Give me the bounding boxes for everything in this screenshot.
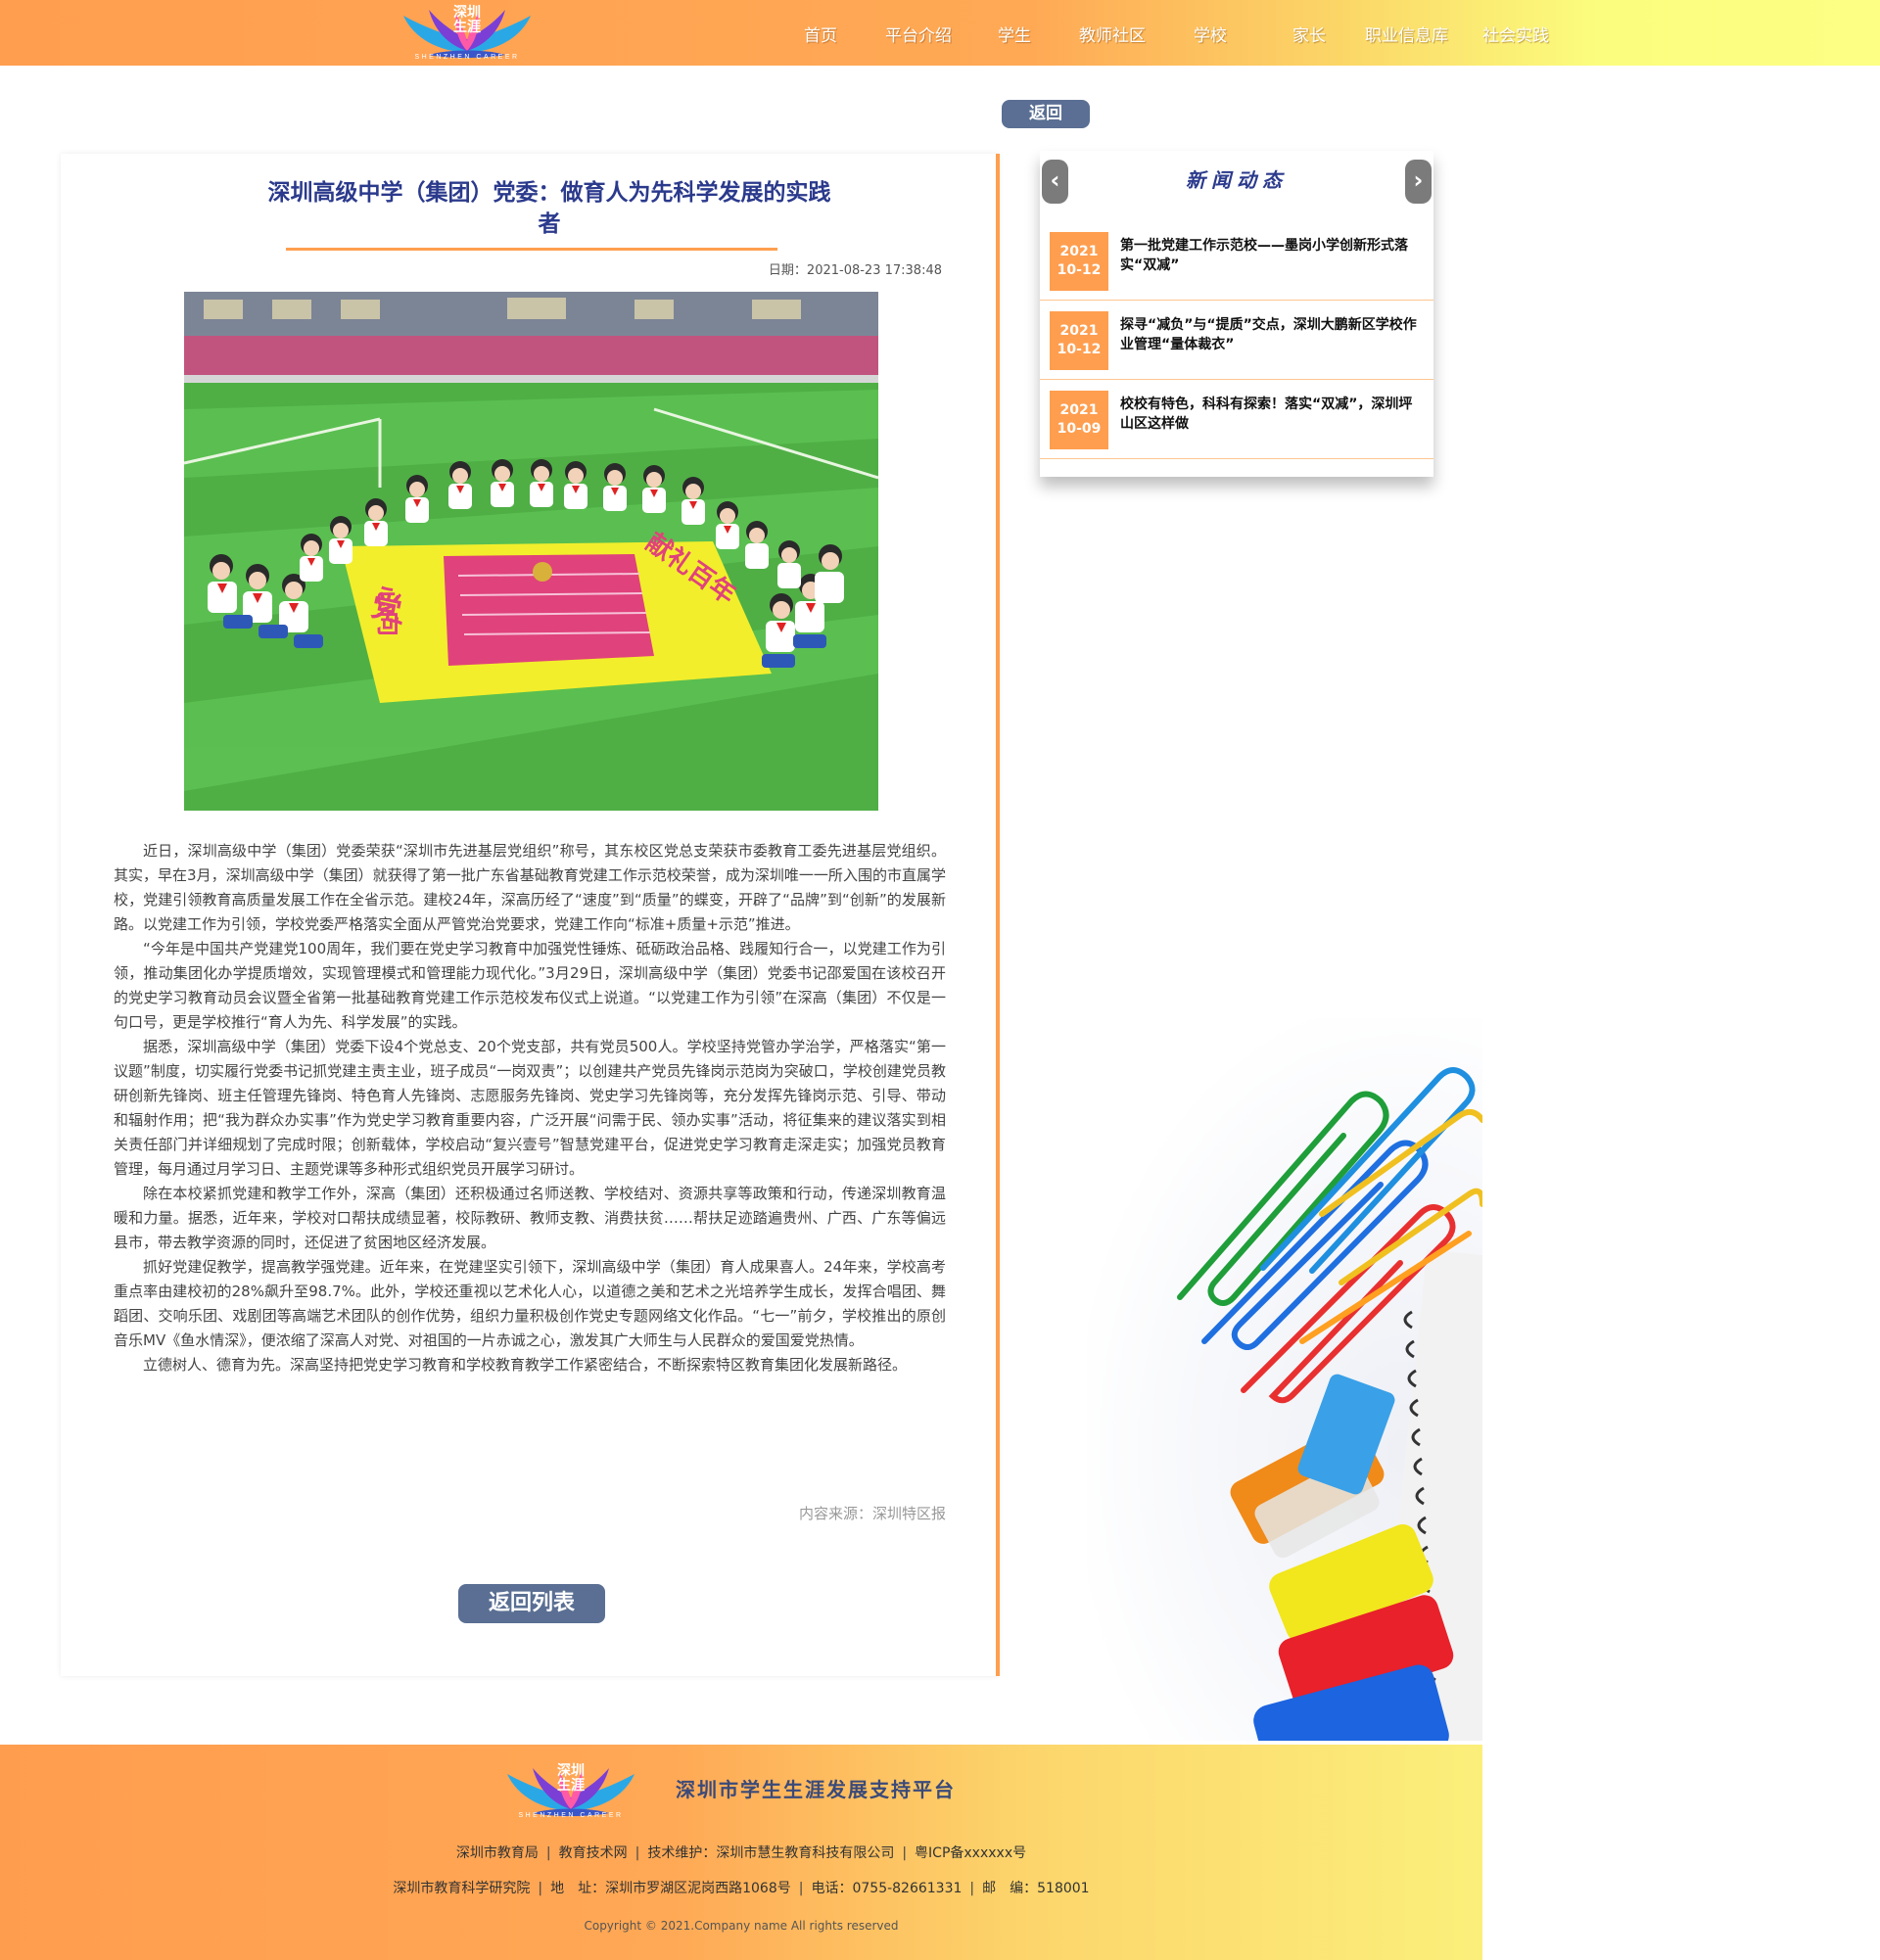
news-panel-title: 新闻动态: [1186, 168, 1288, 192]
top-navigation-bar: 深圳 生涯 SHENZHEN CAREER 首页 平台介绍 学生 教师社区 学校…: [0, 0, 1880, 66]
news-item[interactable]: 2021 10-09 校校有特色，科科有探索！落实“双减”，深圳坪山区这样做: [1040, 381, 1434, 459]
news-year: 2021: [1059, 244, 1099, 259]
nav-item-teacher-community[interactable]: 教师社区: [1079, 22, 1146, 46]
article-title: 深圳高级中学（集团）党委：做育人为先科学发展的实践者: [267, 180, 831, 237]
footer-link-education-bureau[interactable]: 深圳市教育局: [448, 1845, 546, 1861]
footer-logo: 深圳 生涯 SHENZHEN CAREER: [503, 1760, 638, 1823]
article-paragraph: “今年是中国共产党建党100周年，我们要在党史学习教育中加强党性锤炼、砥砺政治品…: [114, 940, 946, 1031]
news-item-title[interactable]: 探寻“减负”与“提质”交点，深圳大鹏新区学校作业管理“量体裁衣”: [1120, 315, 1419, 354]
news-panel: ‹ 新闻动态 › 2021 10-12 第一批党建工作示范校——墨岗小学创新形式…: [1040, 151, 1434, 477]
news-day: 10-12: [1057, 262, 1102, 278]
article-body: 近日，深圳高级中学（集团）党委荣获“深圳市先进基层党组织”称号，其东校区党总支荣…: [114, 839, 946, 1377]
footer-institute: 深圳市教育科学研究院: [393, 1881, 531, 1896]
news-date-badge: 2021 10-09: [1050, 391, 1108, 449]
logo-text-line2: 生涯: [453, 20, 481, 35]
site-logo[interactable]: 深圳 生涯 SHENZHEN CAREER: [400, 2, 535, 65]
nav-item-parents[interactable]: 家长: [1292, 22, 1326, 46]
article-photo: 党 心向 献礼百年: [184, 292, 878, 811]
right-blank-area: [1482, 66, 1880, 1960]
news-date-badge: 2021 10-12: [1050, 232, 1108, 291]
footer-phone: 电话：0755-82661331: [811, 1881, 963, 1896]
footer-postcode: 邮 编：518001: [982, 1881, 1090, 1896]
footer-link-edu-tech[interactable]: 教育技术网: [551, 1845, 635, 1861]
news-year: 2021: [1059, 323, 1099, 339]
article-source: 内容来源：深圳特区报: [798, 1505, 946, 1522]
logo-text-line2: 生涯: [557, 1778, 585, 1794]
news-day: 10-12: [1057, 342, 1102, 357]
article-paragraph: 抓好党建促教学，提高教学强党建。近年来，在党建坚实引领下，深圳高级中学（集团）育…: [114, 1258, 946, 1349]
article-paragraph: 据悉，深圳高级中学（集团）党委下设4个党总支、20个党支部，共有党员500人。学…: [114, 1038, 946, 1178]
news-day: 10-09: [1057, 421, 1102, 437]
back-button[interactable]: 返回: [1002, 100, 1090, 128]
footer-row-1: 深圳市教育局 | 教育技术网 | 技术维护：深圳市慧生教育科技有限公司 | 粤ICP备xxx…: [0, 1843, 1482, 1862]
news-date-badge: 2021 10-12: [1050, 311, 1108, 370]
nav-item-platform-intro[interactable]: 平台介绍: [885, 22, 952, 46]
footer-icp[interactable]: 粤ICP备xxxxxx号: [907, 1845, 1034, 1861]
nav-item-students[interactable]: 学生: [998, 22, 1031, 46]
logo-text-line1: 深圳: [557, 1763, 585, 1779]
news-item[interactable]: 2021 10-12 第一批党建工作示范校——墨岗小学创新形式落实“双减”: [1040, 222, 1434, 301]
article-date: 日期：2021-08-23 17:38:48: [768, 263, 942, 278]
nav-item-social-practice[interactable]: 社会实践: [1482, 22, 1549, 46]
chevron-right-icon: ›: [1413, 166, 1424, 194]
nav-item-schools[interactable]: 学校: [1194, 22, 1227, 46]
footer-title: 深圳市学生生涯发展支持平台: [676, 1778, 956, 1801]
back-to-list-button[interactable]: 返回列表: [458, 1584, 605, 1623]
nav-item-home[interactable]: 首页: [804, 22, 837, 46]
news-year: 2021: [1059, 402, 1099, 418]
footer-row-2: 深圳市教育科学研究院 | 地 址：深圳市罗湖区泥岗西路1068号 | 电话：0755-8…: [0, 1878, 1482, 1897]
article-card: 深圳高级中学（集团）党委：做育人为先科学发展的实践者 日期：2021-08-23…: [61, 154, 999, 1676]
news-item-title[interactable]: 第一批党建工作示范校——墨岗小学创新形式落实“双减”: [1120, 236, 1419, 275]
news-next-button[interactable]: ›: [1405, 160, 1432, 204]
article-paragraph: 除在本校紧抓党建和教学工作外，深高（集团）还积极通过名师送教、学校结对、资源共享…: [114, 1185, 946, 1251]
stationery-decoration-image: [1087, 1018, 1482, 1741]
article-paragraph: 近日，深圳高级中学（集团）党委荣获“深圳市先进基层党组织”称号，其东校区党总支荣…: [114, 842, 946, 933]
photo-text-heart: 心向: [373, 585, 403, 636]
article-paragraph: 立德树人、德育为先。深高坚持把党史学习教育和学校教育教学工作紧密结合，不断探索特…: [143, 1356, 908, 1374]
logo-subtitle: SHENZHEN CAREER: [518, 1812, 624, 1819]
footer-copyright: Copyright © 2021.Company name All rights…: [584, 1919, 899, 1933]
nav-item-career-database[interactable]: 职业信息库: [1365, 22, 1448, 46]
article-side-divider: [996, 154, 1000, 1676]
news-item-title[interactable]: 校校有特色，科科有探索！落实“双减”，深圳坪山区这样做: [1120, 395, 1419, 434]
logo-text-line1: 深圳: [453, 5, 481, 21]
title-underline: [286, 248, 777, 251]
footer-maintainer: 技术维护：深圳市慧生教育科技有限公司: [647, 1845, 895, 1861]
site-footer: 深圳 生涯 SHENZHEN CAREER 深圳市学生生涯发展支持平台 深圳市教…: [0, 1745, 1482, 1960]
students-on-field-illustration: 党 心向 献礼百年: [184, 292, 878, 811]
footer-address: 地 址：深圳市罗湖区泥岗西路1068号: [550, 1881, 791, 1896]
news-item[interactable]: 2021 10-12 探寻“减负”与“提质”交点，深圳大鹏新区学校作业管理“量体…: [1040, 302, 1434, 380]
logo-subtitle: SHENZHEN CAREER: [414, 54, 520, 61]
